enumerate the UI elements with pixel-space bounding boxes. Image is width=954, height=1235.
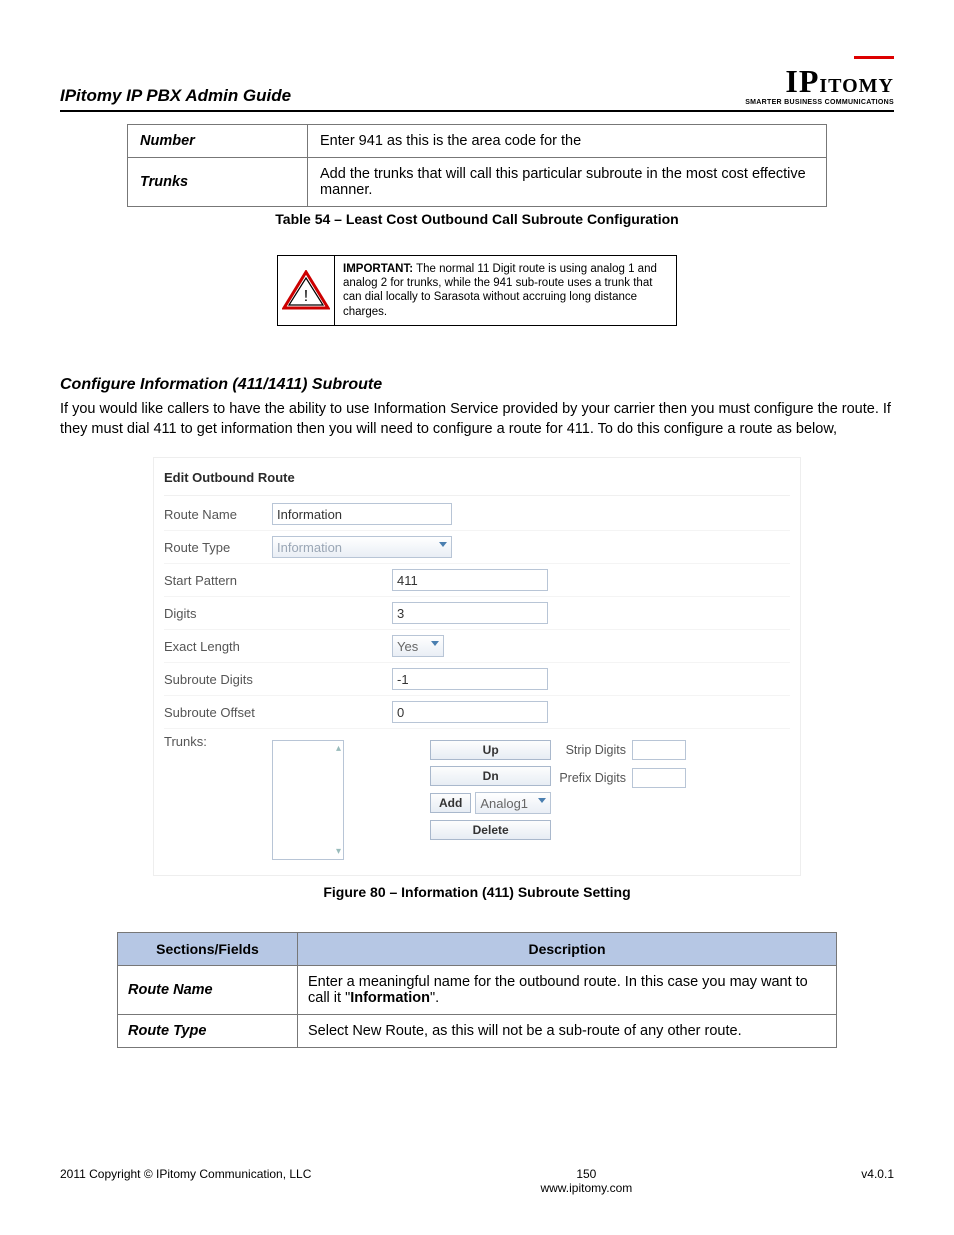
- subroute-digits-input[interactable]: [392, 668, 548, 690]
- page-number: 150: [311, 1167, 861, 1181]
- route-name-input[interactable]: [272, 503, 452, 525]
- trunks-label: Trunks:: [164, 734, 272, 749]
- digits-label: Digits: [164, 606, 392, 621]
- trunks-listbox[interactable]: ▴ ▾: [272, 740, 344, 860]
- subroute-config-table: Number Enter 941 as this is the area cod…: [127, 124, 827, 207]
- table-row: Trunks Add the trunks that will call thi…: [128, 157, 827, 206]
- svg-text:!: !: [304, 288, 308, 305]
- route-type-select[interactable]: Information: [272, 536, 452, 558]
- field-label: Route Type: [118, 1015, 298, 1048]
- panel-title: Edit Outbound Route: [164, 466, 790, 496]
- route-type-value: Information: [277, 540, 342, 555]
- brand-logo: IPITOMY SMARTER BUSINESS COMMUNICATIONS: [745, 50, 894, 106]
- subroute-offset-label: Subroute Offset: [164, 705, 392, 720]
- footer-copyright: 2011 Copyright © IPitomy Communication, …: [60, 1167, 311, 1181]
- chevron-down-icon: [439, 542, 447, 547]
- field-label: Route Name: [118, 966, 298, 1015]
- important-note: ! IMPORTANT: The normal 11 Digit route i…: [277, 255, 677, 327]
- add-trunk-select[interactable]: Analog1: [475, 792, 551, 814]
- exact-length-select[interactable]: Yes: [392, 635, 444, 657]
- down-button[interactable]: Dn: [430, 766, 551, 786]
- exact-length-label: Exact Length: [164, 639, 392, 654]
- route-type-label: Route Type: [164, 540, 272, 555]
- subroute-offset-input[interactable]: [392, 701, 548, 723]
- chevron-down-icon: ▾: [275, 846, 341, 857]
- chevron-down-icon: [431, 641, 439, 646]
- important-lead: IMPORTANT:: [343, 263, 413, 275]
- field-desc: Enter a meaningful name for the outbound…: [298, 966, 837, 1015]
- field-desc: Select New Route, as this will not be a …: [298, 1015, 837, 1048]
- figure-caption: Figure 80 – Information (411) Subroute S…: [60, 884, 894, 900]
- strip-digits-input[interactable]: [632, 740, 686, 760]
- logo-accent-bar: [854, 56, 894, 59]
- page-footer: 2011 Copyright © IPitomy Communication, …: [60, 1167, 894, 1195]
- row-desc: Add the trunks that will call this parti…: [308, 157, 827, 206]
- chevron-down-icon: [538, 798, 546, 803]
- add-trunk-value: Analog1: [480, 796, 528, 811]
- prefix-digits-input[interactable]: [632, 768, 686, 788]
- up-button[interactable]: Up: [430, 740, 551, 760]
- important-text: IMPORTANT: The normal 11 Digit route is …: [335, 256, 676, 326]
- exact-length-value: Yes: [397, 639, 418, 654]
- digits-input[interactable]: [392, 602, 548, 624]
- guide-title: IPitomy IP PBX Admin Guide: [60, 86, 291, 106]
- row-desc: Enter 941 as this is the area code for t…: [308, 124, 827, 157]
- section-heading: Configure Information (411/1411) Subrout…: [60, 376, 894, 394]
- footer-version: v4.0.1: [861, 1167, 894, 1181]
- logo-tagline: SMARTER BUSINESS COMMUNICATIONS: [745, 99, 894, 106]
- row-label: Trunks: [128, 157, 308, 206]
- table-caption: Table 54 – Least Cost Outbound Call Subr…: [60, 211, 894, 227]
- start-pattern-input[interactable]: [392, 569, 548, 591]
- section-paragraph: If you would like callers to have the ab…: [60, 400, 894, 439]
- footer-url: www.ipitomy.com: [311, 1181, 861, 1195]
- table-row: Number Enter 941 as this is the area cod…: [128, 124, 827, 157]
- start-pattern-label: Start Pattern: [164, 573, 392, 588]
- prefix-digits-label: Prefix Digits: [559, 771, 626, 785]
- col-header-description: Description: [298, 933, 837, 966]
- row-label: Number: [128, 124, 308, 157]
- strip-digits-label: Strip Digits: [566, 743, 626, 757]
- logo-text: IPITOMY: [745, 65, 894, 98]
- warning-icon: !: [278, 256, 335, 326]
- delete-button[interactable]: Delete: [430, 820, 551, 840]
- fields-description-table: Sections/Fields Description Route Name E…: [117, 932, 837, 1048]
- chevron-up-icon: ▴: [275, 743, 341, 754]
- edit-route-panel: Edit Outbound Route Route Name Route Typ…: [153, 457, 801, 876]
- table-row: Route Type Select New Route, as this wil…: [118, 1015, 837, 1048]
- page-header: IPitomy IP PBX Admin Guide IPITOMY SMART…: [60, 50, 894, 112]
- col-header-fields: Sections/Fields: [118, 933, 298, 966]
- route-name-label: Route Name: [164, 507, 272, 522]
- table-row: Route Name Enter a meaningful name for t…: [118, 966, 837, 1015]
- subroute-digits-label: Subroute Digits: [164, 672, 392, 687]
- add-button[interactable]: Add: [430, 793, 471, 813]
